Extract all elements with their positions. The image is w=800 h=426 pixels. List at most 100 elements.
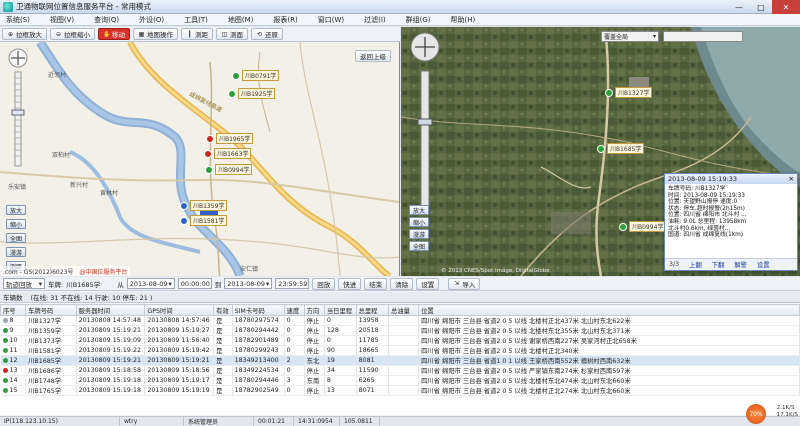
table-row[interactable]: 15 川B1765学 20130809 15:19:18 20130809 15:19…: [0, 385, 800, 396]
left-side-button-0[interactable]: 放大: [6, 205, 26, 215]
playback-button-3[interactable]: 清除: [390, 277, 414, 290]
popup-action-1[interactable]: 下翻: [712, 260, 725, 269]
menu-item-6[interactable]: 报表(R): [273, 15, 297, 25]
playback-button-0[interactable]: 回放: [312, 277, 336, 290]
vehicle-marker[interactable]: [204, 150, 212, 158]
vehicle-marker[interactable]: [232, 72, 240, 80]
vehicle-marker[interactable]: [619, 223, 627, 231]
column-header[interactable]: 有效: [213, 304, 233, 316]
map-tool-button-5[interactable]: ◫ 测面: [216, 28, 248, 40]
vehicle-marker[interactable]: [228, 90, 236, 98]
return-parent-button[interactable]: 返回上级: [355, 50, 391, 62]
map-tool-button-6[interactable]: ⟲ 还原: [251, 28, 283, 40]
left-side-button-1[interactable]: 缩小: [6, 219, 26, 229]
vehicle-label[interactable]: 川B0994学: [215, 164, 253, 175]
left-map[interactable]: 返回上级 放大缩小全图漫游测距 近邻村双柏村乐安镇新兴村黄林村安仁镇 成绵复线高…: [0, 42, 400, 276]
cell-text: 20130809 15:19:42: [147, 347, 210, 354]
table-row[interactable]: 9 川B1359学 20130809 15:19:21 20130809 15:19:…: [0, 325, 800, 336]
vehicle-label[interactable]: 川B1925学: [238, 88, 276, 99]
vehicle-marker[interactable]: [180, 202, 188, 210]
map-type-select[interactable]: 覆盖全局 ▾: [601, 31, 659, 42]
right-side-button-2[interactable]: 漫游: [409, 229, 429, 239]
table-row[interactable]: 8 川B1327学 20130808 14:57:48 20130808 14:57:…: [0, 315, 800, 326]
close-icon[interactable]: ✕: [789, 175, 794, 183]
vehicle-label[interactable]: 川B0791学: [242, 70, 280, 81]
column-header[interactable]: 总油量: [387, 304, 420, 316]
menu-item-1[interactable]: 视图(V): [50, 15, 74, 25]
vehicle-count-title: 车辆数: [3, 294, 23, 302]
close-icon[interactable]: ✕: [772, 0, 800, 14]
cell-text: 18780294442: [234, 327, 279, 334]
column-header[interactable]: SIM卡号码: [231, 304, 285, 316]
menu-item-2[interactable]: 查询(Q): [94, 15, 119, 25]
column-header[interactable]: 速度: [283, 304, 305, 316]
playback-button-2[interactable]: 结束: [364, 277, 388, 290]
cell-text: 停止: [306, 368, 320, 375]
map-tool-button-3[interactable]: ▦ 地图操作: [133, 28, 178, 40]
column-header[interactable]: 位置: [418, 304, 800, 316]
map-tool-button-4[interactable]: ┃ 测距: [181, 28, 213, 40]
vehicle-marker[interactable]: [205, 166, 213, 174]
menu-item-9[interactable]: 群组(G): [406, 15, 431, 25]
vehicle-label[interactable]: 川B1581学: [190, 215, 228, 226]
cell-text: 6265: [358, 377, 375, 384]
from-date-input[interactable]: 2013-08-09 ▾: [126, 278, 175, 289]
playback-button-4[interactable]: 设置: [416, 277, 440, 290]
left-side-button-2[interactable]: 全图: [6, 233, 26, 243]
table-row[interactable]: 11 川B1581学 20130809 15:19:22 20130809 15:19…: [0, 345, 800, 356]
table-cell: 0: [284, 335, 305, 346]
vehicle-marker[interactable]: [206, 135, 214, 143]
from-label: 从: [117, 280, 124, 289]
cell-text: 18782901489: [234, 337, 279, 344]
vehicle-marker[interactable]: [597, 145, 605, 153]
column-header[interactable]: GPS时间: [144, 304, 215, 316]
popup-action-2[interactable]: 解警: [734, 260, 747, 269]
map-tool-button-1[interactable]: ⊖ 拉框缩小: [50, 28, 95, 40]
menu-item-8[interactable]: 过滤(I): [364, 15, 386, 25]
popup-action-3[interactable]: 设置: [757, 260, 770, 269]
to-date-input[interactable]: 2013-08-09 ▾: [224, 278, 273, 289]
vehicle-label[interactable]: 川B1327学: [615, 87, 653, 98]
right-side-button-3[interactable]: 全图: [409, 241, 429, 251]
map-tool-button-0[interactable]: ⊕ 拉框放大: [2, 28, 47, 40]
column-header[interactable]: 序号: [0, 304, 27, 316]
menu-item-4[interactable]: 工具(T): [184, 15, 208, 25]
import-button[interactable]: ⇲ 导入: [448, 277, 481, 290]
vehicle-label[interactable]: 川B1663学: [214, 148, 252, 159]
table-row[interactable]: 10 川B1373学 20130809 15:19:09 20130809 11:56…: [0, 335, 800, 346]
right-side-button-0[interactable]: 放大: [409, 205, 429, 215]
right-side-button-1[interactable]: 缩小: [409, 217, 429, 227]
vehicle-label[interactable]: 川B1359学: [190, 200, 228, 211]
vehicle-marker[interactable]: [180, 217, 188, 225]
column-header[interactable]: 总里程: [355, 304, 390, 316]
left-side-button-3[interactable]: 漫游: [6, 247, 26, 257]
minimize-icon[interactable]: —: [728, 0, 750, 14]
vehicle-label[interactable]: 川B0994学: [629, 221, 667, 232]
column-header[interactable]: 当日里程: [323, 304, 357, 316]
playback-button-1[interactable]: 快进: [338, 277, 362, 290]
track-playback-label: 轨迹回放: [6, 280, 32, 289]
column-header[interactable]: 车牌号码: [25, 304, 77, 316]
menu-item-5[interactable]: 地图(M): [228, 15, 254, 25]
menu-item-7[interactable]: 窗口(W): [318, 15, 344, 25]
vehicle-label[interactable]: 川B1965学: [216, 133, 254, 144]
map-tool-button-2[interactable]: ✋ 移动: [98, 28, 130, 40]
menu-item-10[interactable]: 帮助(H): [451, 15, 476, 25]
table-row[interactable]: 12 川B1685学 20130809 15:19:21 20130809 15:19…: [0, 355, 800, 366]
from-time-input[interactable]: 00:00:00: [177, 278, 212, 289]
map-search-box[interactable]: [663, 31, 743, 42]
copyright-badge: @中国位服务平台: [79, 268, 128, 276]
track-playback-select[interactable]: 轨迹回放 ▾: [3, 278, 45, 289]
cell-text: 0: [286, 367, 291, 374]
column-header[interactable]: 服务器时间: [75, 304, 146, 316]
column-header[interactable]: 方向: [303, 304, 325, 316]
vehicle-marker[interactable]: [605, 89, 613, 97]
table-row[interactable]: 13 川B1686学 20130809 15:18:58 20130809 15:18…: [0, 365, 800, 376]
table-row[interactable]: 14 川B1748学 20130809 15:19:18 20130809 15:19…: [0, 375, 800, 386]
maximize-icon[interactable]: □: [750, 0, 772, 14]
menu-item-0[interactable]: 系统(S): [6, 15, 30, 25]
to-time-input[interactable]: 23:59:59: [275, 278, 310, 289]
vehicle-label[interactable]: 川B1685学: [607, 143, 645, 154]
popup-action-0[interactable]: 上翻: [689, 260, 702, 269]
menu-item-3[interactable]: 外设(O): [139, 15, 164, 25]
